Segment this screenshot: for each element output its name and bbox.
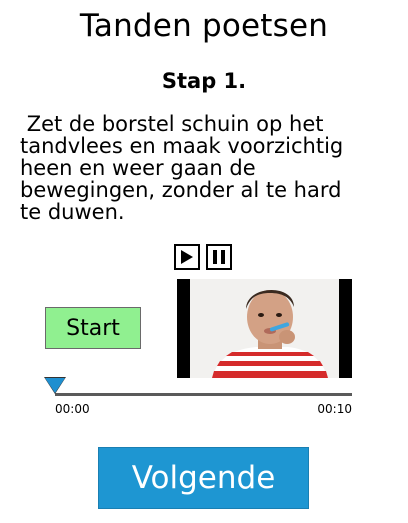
video-timeline[interactable] <box>55 393 352 396</box>
next-button-label: Volgende <box>131 460 276 496</box>
time-end: 00:10 <box>317 402 352 416</box>
step-heading: Stap 1. <box>161 69 247 93</box>
page-title: Tanden poetsen <box>79 8 329 44</box>
video-frame <box>190 279 339 378</box>
instruction-text: Zet de borstel schuin op het tandvlees e… <box>20 112 344 224</box>
time-start: 00:00 <box>55 402 90 416</box>
start-button[interactable]: Start <box>45 307 141 349</box>
pause-icon <box>213 250 225 264</box>
start-button-label: Start <box>66 315 120 341</box>
media-controls <box>174 244 232 270</box>
video-player[interactable] <box>177 279 352 378</box>
video-still-image <box>190 279 339 378</box>
next-button[interactable]: Volgende <box>98 447 309 509</box>
page: Tanden poetsen Stap 1. Zet de borstel sc… <box>0 0 408 523</box>
play-icon <box>181 250 193 264</box>
playhead-handle[interactable] <box>45 378 65 393</box>
pause-button[interactable] <box>206 244 232 270</box>
play-button[interactable] <box>174 244 200 270</box>
